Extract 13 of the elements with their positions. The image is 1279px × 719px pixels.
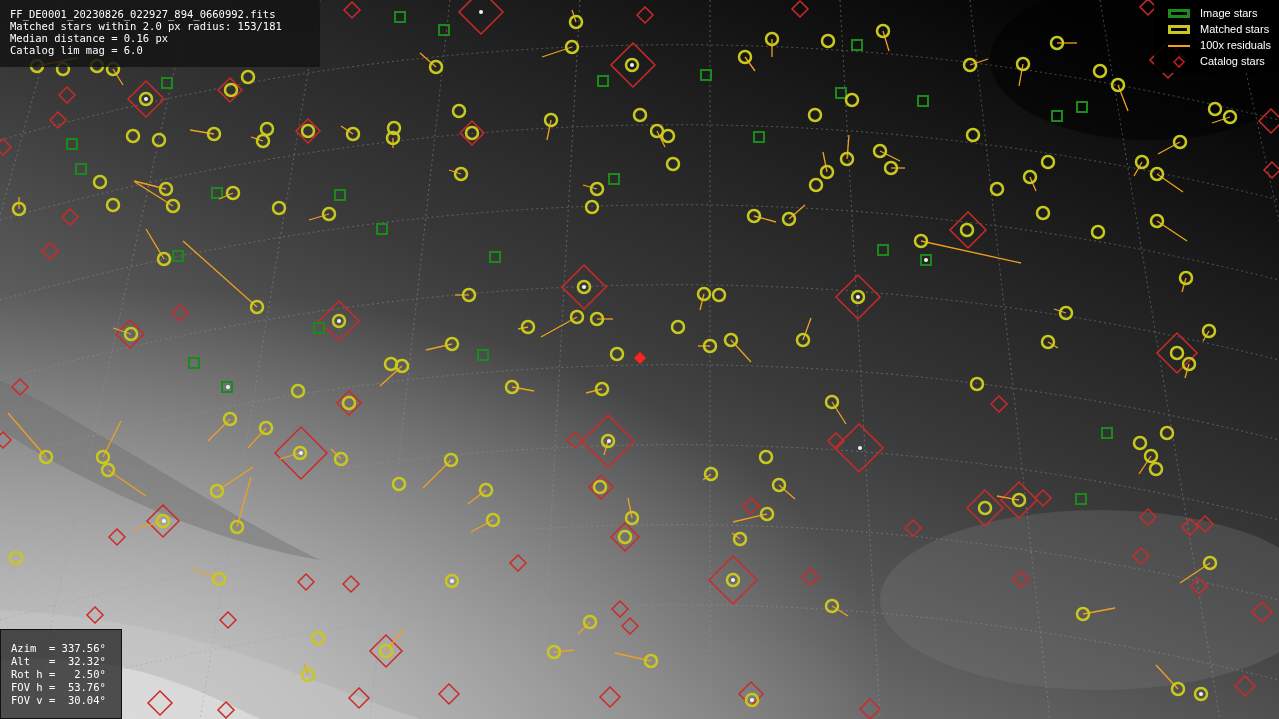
pointing-text: FOV h = 53.76°: [11, 681, 107, 694]
legend-label: 100x residuals: [1200, 38, 1271, 54]
pointing-text: Rot h = 2.50°: [11, 668, 107, 681]
pointing-text: FOV v = 30.04°: [11, 694, 107, 707]
info-text: Matched stars within 2.0 px radius: 153/181: [10, 20, 283, 32]
legend-label: Catalog stars: [1200, 54, 1265, 70]
info-text: FF_DE0001_20230826_022927_894_0660992.fits: [10, 8, 277, 20]
info-text: Median distance = 0.16 px: [10, 32, 170, 44]
pointing-text: Alt = 32.32°: [11, 655, 107, 668]
pointing-text: Azim = 337.56°: [11, 642, 107, 655]
legend-label: Matched stars: [1200, 22, 1270, 38]
info-text: Catalog lim mag = 6.0: [10, 44, 144, 56]
legend-label: Image stars: [1200, 6, 1258, 22]
